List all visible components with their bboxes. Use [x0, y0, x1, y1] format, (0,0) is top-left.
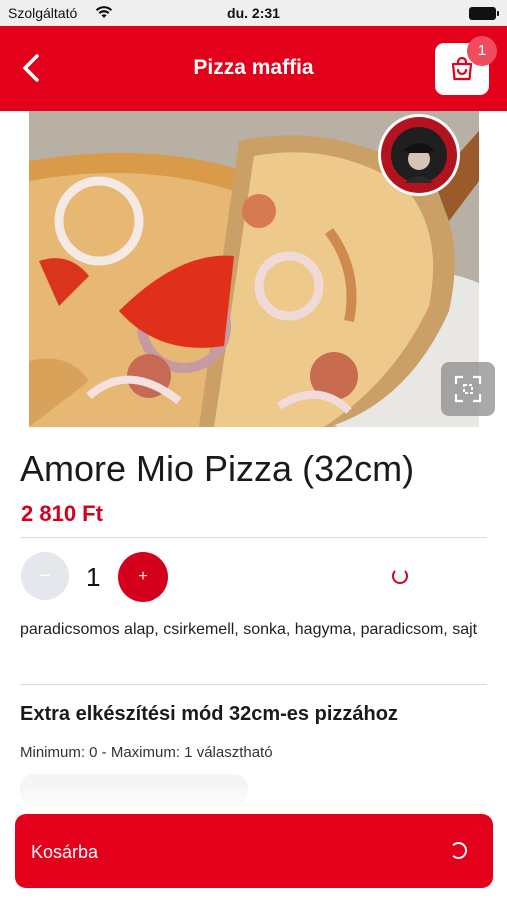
loading-spinner-icon [450, 842, 467, 859]
quantity-decrease-button[interactable]: − [21, 552, 69, 600]
loading-spinner-icon [392, 568, 408, 584]
product-price: 2 810 Ft [21, 501, 103, 526]
cart-count-badge: 1 [467, 36, 497, 66]
status-bar: Szolgáltató du. 2:31 [0, 0, 507, 26]
product-name: Amore Mio Pizza (32cm) [20, 448, 415, 489]
clock: du. 2:31 [227, 5, 280, 21]
restaurant-logo [377, 113, 461, 197]
add-to-cart-button[interactable]: Kosárba [15, 814, 493, 888]
divider [20, 537, 487, 538]
expand-icon [454, 375, 482, 403]
battery-icon [469, 7, 499, 20]
quantity-increase-button[interactable]: + [118, 552, 168, 602]
add-to-cart-label: Kosárba [31, 842, 99, 862]
divider [20, 684, 487, 685]
quantity-value: 1 [86, 562, 101, 592]
fullscreen-button[interactable] [441, 362, 495, 416]
product-description: paradicsomos alap, csirkemell, sonka, ha… [20, 621, 478, 638]
extras-section-title: Extra elkészítési mód 32cm-es pizzához [20, 703, 398, 725]
product-detail-screen: Szolgáltató du. 2:31 Pizza maffia 1 Amor… [0, 0, 507, 900]
extras-selection-limits: Minimum: 0 - Maximum: 1 választható [20, 744, 273, 761]
page-title: Pizza maffia [193, 56, 314, 79]
app-header: Pizza maffia 1 [0, 26, 507, 111]
